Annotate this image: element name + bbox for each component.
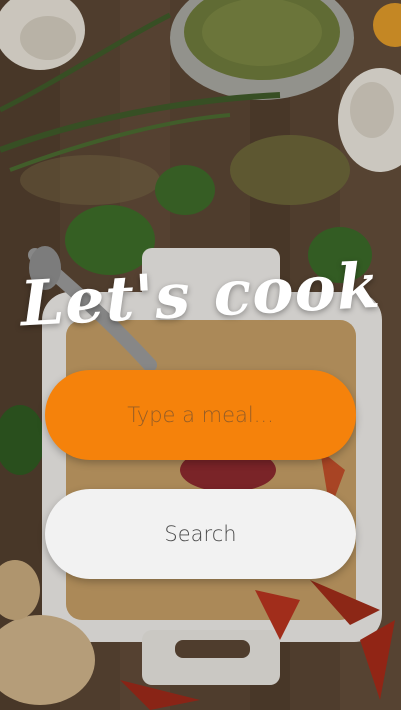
search-button[interactable]: Search — [45, 489, 356, 579]
meal-search-input[interactable] — [45, 370, 356, 460]
background-photo — [0, 0, 401, 710]
